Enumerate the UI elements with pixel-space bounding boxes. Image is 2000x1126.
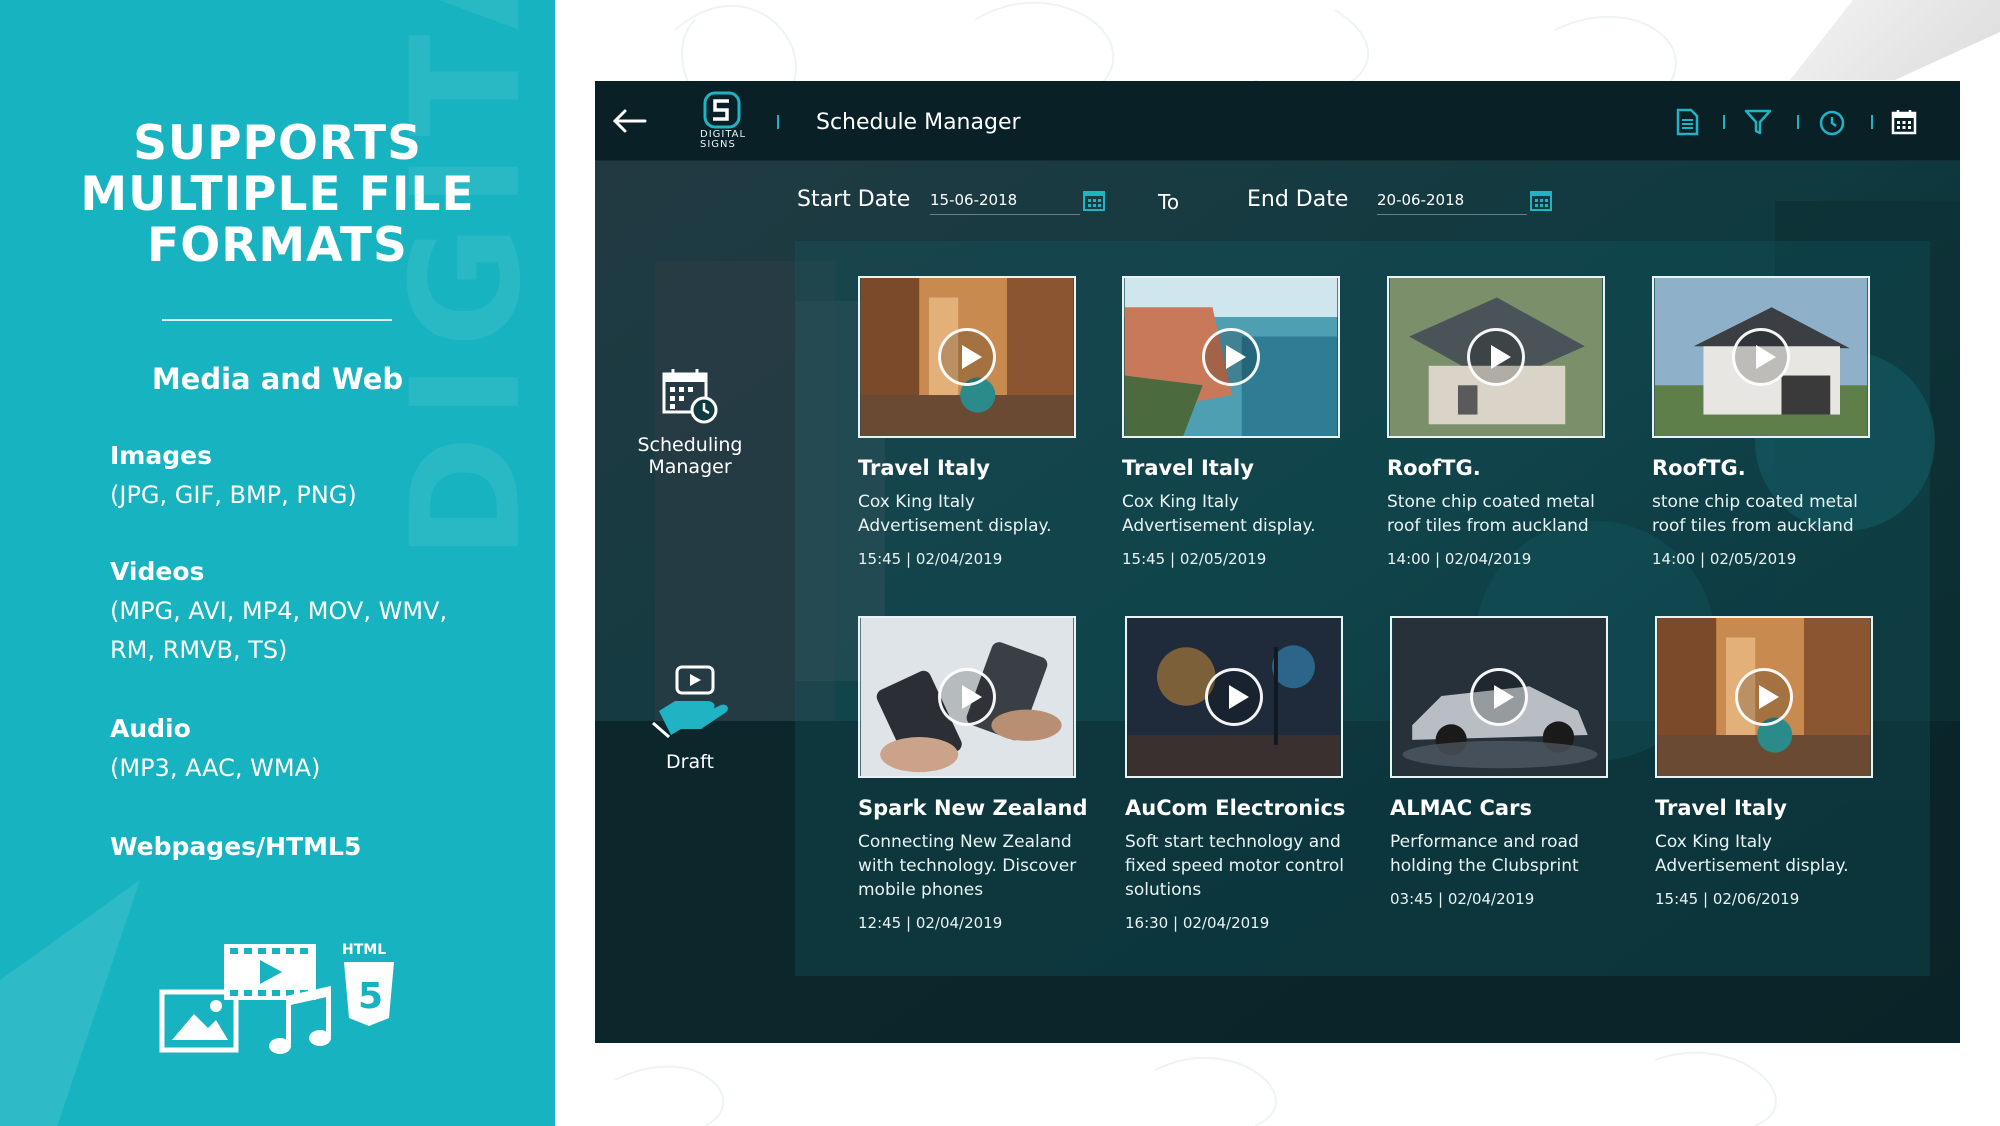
card-title: Travel Italy [1122,456,1254,480]
calendar-icon [1891,110,1917,135]
media-card[interactable]: RoofTG. stone chip coated metal roof til… [1652,276,1874,568]
card-timestamp: 15:45 | 02/05/2019 [1122,550,1267,568]
html-badge-text: HTML [342,942,386,958]
media-thumbnail [1125,616,1343,778]
media-thumbnail [858,616,1076,778]
sidebar-item-scheduling-manager[interactable]: Scheduling Manager [615,366,765,478]
toolbar-separator [1797,115,1799,129]
media-thumbnail [1655,616,1873,778]
card-description: Cox King Italy Advertisement display. [1122,492,1316,536]
promo-title: SUPPORTS MULTIPLE FILE FORMATS [0,118,555,271]
filter-icon [1744,109,1772,135]
media-formats-icon: HTML 5 [158,940,398,1060]
play-icon [1467,328,1525,386]
document-icon [1676,108,1699,136]
app-header: DIGITAL SIGNS Schedule Manager [595,81,1960,161]
media-card[interactable]: Travel Italy Cox King Italy Advertisemen… [858,276,1080,568]
card-timestamp: 03:45 | 02/04/2019 [1390,890,1535,908]
divider [162,319,392,321]
card-title: Travel Italy [1655,796,1787,820]
card-title: AuCom Electronics [1125,796,1346,820]
filter-button[interactable] [1743,107,1773,137]
card-description: Stone chip coated metal roof tiles from … [1387,492,1595,536]
format-list-images: (JPG, GIF, BMP, PNG) [110,481,357,509]
start-date-picker[interactable] [1081,187,1107,213]
page-title: Schedule Manager [816,110,1021,135]
media-thumbnail [1122,276,1340,438]
start-date-input[interactable] [930,185,1080,215]
play-icon [1205,668,1263,726]
card-timestamp: 14:00 | 02/05/2019 [1652,550,1797,568]
promo-subtitle: Media and Web [151,362,404,396]
play-icon [1735,668,1793,726]
clock-icon [1819,110,1845,136]
sidebar-item-label: Draft [666,751,714,773]
play-icon [938,328,996,386]
calendar-button[interactable] [1889,107,1919,137]
end-date-input[interactable] [1377,185,1527,215]
calendar-icon [1083,191,1105,211]
play-icon [938,668,996,726]
card-title: RoofTG. [1652,456,1746,480]
end-date-picker[interactable] [1528,187,1554,213]
promo-panel: DIGITALSIG SUPPORTS MULTIPLE FILE FORMAT… [0,0,555,1126]
card-timestamp: 16:30 | 02/04/2019 [1125,914,1270,932]
play-icon [1202,328,1260,386]
format-list-videos: (MPG, AVI, MP4, MOV, WMV, RM, RMVB, TS) [110,597,448,664]
card-title: ALMAC Cars [1390,796,1532,820]
calendar-icon [1530,191,1552,211]
play-icon [1470,668,1528,726]
card-timestamp: 15:45 | 02/06/2019 [1655,890,1800,908]
history-button[interactable] [1817,107,1847,137]
app-window: DIGITAL SIGNS Schedule Manager Start Dat… [595,81,1960,1043]
card-timestamp: 14:00 | 02/04/2019 [1387,550,1532,568]
to-label: To [1158,190,1180,214]
back-button[interactable] [609,103,649,139]
media-thumbnail [1390,616,1608,778]
card-title: Travel Italy [858,456,990,480]
card-timestamp: 12:45 | 02/04/2019 [858,914,1003,932]
card-title: RoofTG. [1387,456,1481,480]
html5-number: 5 [358,976,383,1017]
play-icon [1732,328,1790,386]
card-timestamp: 15:45 | 02/04/2019 [858,550,1003,568]
media-thumbnail [1387,276,1605,438]
sidebar-item-draft[interactable]: Draft [615,663,765,773]
decorative-shard [0,880,140,1126]
media-card[interactable]: Spark New Zealand Connecting New Zealand… [858,616,1088,932]
logo-text: DIGITAL SIGNS [700,129,747,150]
media-thumbnail [858,276,1076,438]
header-separator [777,115,779,129]
toolbar-separator [1723,115,1725,129]
format-heading-videos: Videos [110,557,205,586]
start-date-label: Start Date [797,187,911,212]
media-card[interactable]: Travel Italy Cox King Italy Advertisemen… [1655,616,1877,908]
media-thumbnail [1652,276,1870,438]
card-description: Connecting New Zealand with technology. … [858,832,1077,900]
media-card[interactable]: RoofTG. Stone chip coated metal roof til… [1387,276,1609,568]
format-heading-web: Webpages/HTML5 [110,832,362,861]
arrow-left-icon [612,109,647,133]
media-card[interactable]: ALMAC Cars Performance and road holding … [1390,616,1612,908]
card-description: Performance and road holding the Clubspr… [1390,832,1579,876]
promo-title-line: SUPPORTS [133,116,422,171]
promo-title-line: MULTIPLE FILE [80,167,475,222]
card-description: stone chip coated metal roof tiles from … [1652,492,1858,536]
toolbar-separator [1871,115,1873,129]
format-list-audio: (MP3, AAC, WMA) [110,754,321,782]
card-description: Soft start technology and fixed speed mo… [1125,832,1345,900]
sidebar-item-label: Scheduling Manager [637,434,743,478]
card-title: Spark New Zealand [858,796,1088,820]
calendar-clock-icon [662,369,718,424]
card-description: Cox King Italy Advertisement display. [1655,832,1849,876]
format-heading-images: Images [110,441,212,470]
media-card[interactable]: Travel Italy Cox King Italy Advertisemen… [1122,276,1344,568]
document-button[interactable] [1672,107,1702,137]
hand-video-icon [652,665,728,739]
format-heading-audio: Audio [110,714,191,743]
card-description: Cox King Italy Advertisement display. [858,492,1052,536]
end-date-label: End Date [1247,187,1349,212]
media-card[interactable]: AuCom Electronics Soft start technology … [1125,616,1347,932]
promo-title-line: FORMATS [147,218,408,273]
